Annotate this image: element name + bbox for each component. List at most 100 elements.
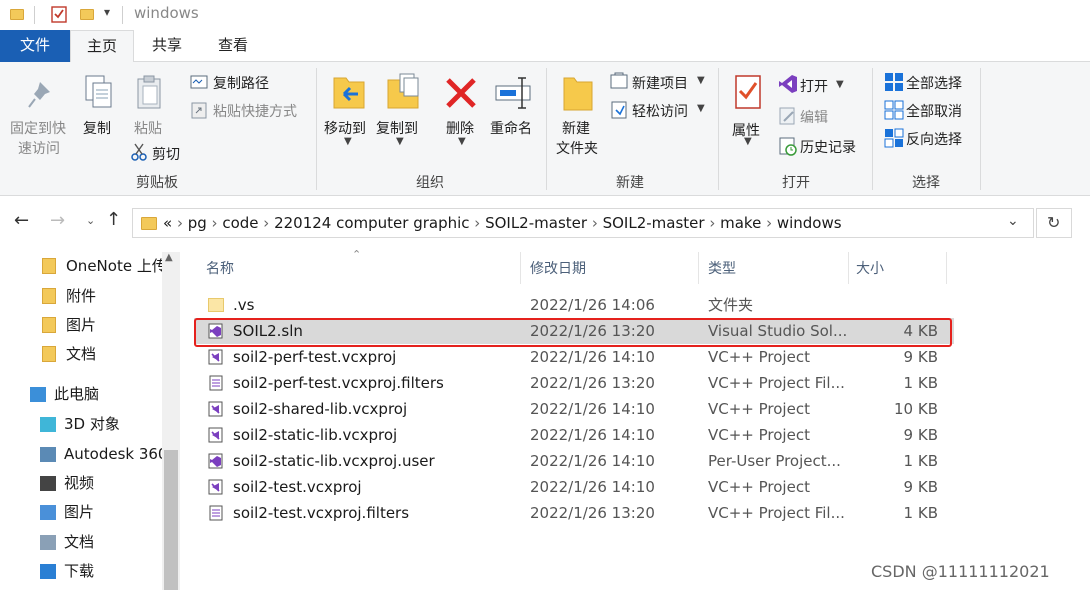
- file-type: VC++ Project: [708, 426, 810, 444]
- delete-dropdown-icon[interactable]: ▼: [458, 136, 466, 147]
- invert-selection-icon[interactable]: [884, 128, 904, 148]
- copy-to-button[interactable]: 复制到: [376, 118, 418, 138]
- breadcrumb-item[interactable]: SOIL2-master: [485, 214, 587, 232]
- move-to-button[interactable]: 移动到: [324, 118, 366, 138]
- edit-icon[interactable]: [778, 106, 798, 126]
- breadcrumb-separator-icon[interactable]: ›: [470, 214, 486, 232]
- copy-to-icon[interactable]: [384, 72, 422, 112]
- move-to-dropdown-icon[interactable]: ▼: [344, 136, 352, 147]
- paste-shortcut-button[interactable]: 粘贴快捷方式: [213, 101, 297, 121]
- breadcrumb-item[interactable]: windows: [777, 214, 842, 232]
- breadcrumb-overflow[interactable]: «: [163, 214, 172, 232]
- pin-quick-access-label-2[interactable]: 速访问: [18, 138, 60, 158]
- properties-icon[interactable]: [734, 74, 762, 110]
- invert-selection-button[interactable]: 反向选择: [906, 129, 962, 149]
- new-item-button[interactable]: 新建项目: [632, 73, 688, 93]
- column-header-size[interactable]: 大小: [856, 258, 884, 278]
- file-row[interactable]: soil2-test.vcxproj 2022/1/26 14:10 VC++ Pr…: [194, 474, 954, 500]
- easy-access-icon[interactable]: [610, 100, 630, 120]
- column-header-name[interactable]: 名称: [206, 258, 234, 278]
- new-item-icon[interactable]: [610, 72, 630, 90]
- file-row[interactable]: soil2-perf-test.vcxproj 2022/1/26 14:10 VC…: [194, 344, 954, 370]
- file-row[interactable]: .vs 2022/1/26 14:06 文件夹: [194, 292, 954, 318]
- nav-item-label: 图片: [64, 503, 95, 521]
- tab-home[interactable]: 主页: [70, 30, 134, 63]
- easy-access-dropdown-icon[interactable]: ▼: [697, 103, 705, 114]
- delete-icon[interactable]: [444, 76, 478, 110]
- column-header-type[interactable]: 类型: [708, 258, 736, 278]
- open-button[interactable]: 打开: [800, 76, 828, 96]
- file-row[interactable]: soil2-perf-test.vcxproj.filters 2022/1/26…: [194, 370, 954, 396]
- forward-arrow-icon[interactable]: →: [50, 210, 65, 231]
- move-to-icon[interactable]: [330, 72, 368, 112]
- pin-icon[interactable]: [26, 80, 54, 110]
- ribbon-home: 固定到快 速访问 复制 粘贴 复制路径 粘贴快捷方式 剪切 剪贴板 移动到 ▼ …: [0, 62, 1090, 196]
- paste-icon[interactable]: [136, 74, 164, 110]
- breadcrumb-separator-icon[interactable]: ›: [705, 214, 721, 232]
- sort-ascending-icon: ⌃: [352, 248, 362, 261]
- file-row[interactable]: soil2-shared-lib.vcxproj 2022/1/26 14:10 V…: [194, 396, 954, 422]
- select-all-button[interactable]: 全部选择: [906, 73, 962, 93]
- edit-button[interactable]: 编辑: [800, 107, 828, 127]
- copy-icon[interactable]: [84, 74, 114, 110]
- copy-path-button[interactable]: 复制路径: [213, 73, 269, 93]
- up-arrow-icon[interactable]: ↑: [106, 209, 121, 230]
- delete-button[interactable]: 删除: [446, 118, 474, 138]
- copy-path-icon[interactable]: [190, 74, 208, 90]
- column-header-date[interactable]: 修改日期: [530, 258, 586, 278]
- paste-button[interactable]: 粘贴: [134, 118, 162, 138]
- new-item-dropdown-icon[interactable]: ▼: [697, 75, 705, 86]
- paste-shortcut-icon[interactable]: [190, 101, 208, 119]
- customize-toolbar-dropdown-icon[interactable]: ▾: [104, 5, 110, 19]
- select-none-button[interactable]: 全部取消: [906, 101, 962, 121]
- address-dropdown-chevron-icon[interactable]: ⌄: [1007, 213, 1019, 229]
- open-vs-icon[interactable]: [778, 74, 798, 94]
- cut-button[interactable]: 剪切: [152, 144, 180, 164]
- vs-user-icon: [208, 453, 224, 469]
- file-row[interactable]: soil2-static-lib.vcxproj 2022/1/26 14:10 V…: [194, 422, 954, 448]
- properties-dropdown-icon[interactable]: ▼: [744, 136, 752, 147]
- tab-file[interactable]: 文件: [0, 30, 70, 62]
- back-arrow-icon[interactable]: ←: [14, 210, 29, 231]
- easy-access-button[interactable]: 轻松访问: [632, 101, 688, 121]
- breadcrumb-item[interactable]: 220124 computer graphic: [274, 214, 469, 232]
- tab-view[interactable]: 查看: [206, 30, 260, 62]
- history-icon[interactable]: [778, 136, 798, 156]
- copy-button[interactable]: 复制: [83, 118, 111, 138]
- breadcrumb-separator-icon[interactable]: ›: [587, 214, 603, 232]
- breadcrumb-separator-icon[interactable]: ›: [761, 214, 777, 232]
- recent-locations-chevron-icon[interactable]: ⌄: [86, 214, 95, 227]
- new-folder-label-1[interactable]: 新建: [562, 118, 590, 138]
- breadcrumb-separator-icon[interactable]: ›: [259, 214, 275, 232]
- pin-quick-access-label-1[interactable]: 固定到快: [10, 118, 66, 138]
- select-all-icon[interactable]: [884, 72, 904, 92]
- 3d-objects-icon: [40, 417, 56, 432]
- rename-icon[interactable]: [494, 74, 534, 110]
- breadcrumb-item[interactable]: pg: [188, 214, 207, 232]
- scissors-icon[interactable]: [130, 142, 148, 162]
- open-dropdown-icon[interactable]: ▼: [836, 79, 844, 90]
- file-type: VC++ Project Fil...: [708, 374, 845, 392]
- nav-scrollbar-thumb[interactable]: [164, 450, 178, 590]
- select-none-icon[interactable]: [884, 100, 904, 120]
- breadcrumb-separator-icon[interactable]: ›: [207, 214, 223, 232]
- tab-share[interactable]: 共享: [140, 30, 194, 62]
- refresh-button[interactable]: ↻: [1036, 208, 1072, 238]
- new-folder-label-2[interactable]: 文件夹: [556, 138, 598, 158]
- breadcrumb-item[interactable]: code: [222, 214, 258, 232]
- file-row[interactable]: soil2-test.vcxproj.filters 2022/1/26 13:2…: [194, 500, 954, 526]
- properties-checklist-icon[interactable]: [50, 5, 68, 23]
- file-date: 2022/1/26 14:06: [530, 296, 655, 314]
- file-size: 10 KB: [894, 400, 938, 418]
- address-bar[interactable]: « › pg › code › 220124 computer graphic …: [132, 208, 1034, 238]
- breadcrumb-item[interactable]: SOIL2-master: [603, 214, 705, 232]
- new-folder-icon[interactable]: [80, 9, 94, 20]
- file-row[interactable]: soil2-static-lib.vcxproj.user 2022/1/26 1…: [194, 448, 954, 474]
- new-folder-large-icon[interactable]: [562, 72, 594, 112]
- breadcrumb-item[interactable]: make: [720, 214, 761, 232]
- copy-to-dropdown-icon[interactable]: ▼: [396, 136, 404, 147]
- scroll-up-arrow-icon[interactable]: ▲: [165, 252, 173, 263]
- history-button[interactable]: 历史记录: [800, 137, 856, 157]
- breadcrumb-separator-icon[interactable]: ›: [172, 214, 188, 232]
- rename-button[interactable]: 重命名: [490, 118, 532, 138]
